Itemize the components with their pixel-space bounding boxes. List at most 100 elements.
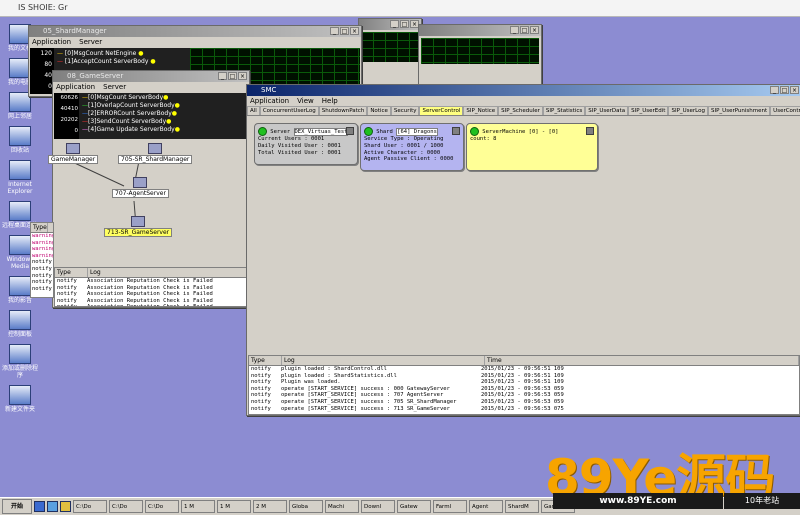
desktop-icon[interactable]: 新建文件夹	[0, 385, 40, 413]
node-gamemanager[interactable]: GameManager	[48, 143, 99, 164]
log-row: warning	[32, 233, 54, 239]
smc-titlebar[interactable]: SMC _ □ ×	[247, 85, 800, 96]
axis-tick: 80	[44, 61, 52, 68]
tab-sip_useredit[interactable]: SIP_UserEdit	[628, 106, 669, 115]
shard-card[interactable]: Shard [64] Dragons Service Type : Operati…	[360, 123, 464, 171]
taskbar-item[interactable]: Farml	[433, 500, 467, 513]
gameserver-log[interactable]: Type Log notify Association Reputation Ch…	[54, 267, 248, 307]
card-menu-icon[interactable]	[452, 127, 460, 135]
card-menu-icon[interactable]	[346, 127, 354, 135]
tab-notice[interactable]: Notice	[367, 106, 391, 115]
tab-all[interactable]: All	[247, 106, 260, 115]
minimize-icon[interactable]: _	[770, 86, 779, 94]
log-type: notify	[251, 398, 271, 405]
ie-icon[interactable]	[34, 501, 45, 512]
smc-window[interactable]: SMC _ □ × Application View Help All Concurr…	[246, 84, 800, 416]
minimize-icon[interactable]: _	[390, 20, 399, 28]
card-line: Current Users : 0001	[258, 136, 325, 142]
tab-sip_notice[interactable]: SIP_Notice	[463, 106, 499, 115]
axis-tick: 120	[40, 50, 52, 57]
maximize-icon[interactable]: □	[520, 26, 529, 34]
desktop-icon-label: 网上邻居	[7, 113, 32, 120]
desktop-icon[interactable]: 添加或删除程序	[0, 344, 40, 379]
node-shardmanager[interactable]: 705-SR_ShardManager	[118, 143, 193, 164]
log-row: notifyAssociation Reputation Check is Fa…	[55, 291, 247, 298]
background-window-1-titlebar[interactable]: _ □ ×	[359, 19, 421, 30]
log-message: plugin loaded : ShardStatistics.dll	[281, 372, 397, 379]
desktop-icon-label: 我的影音	[7, 297, 32, 304]
log-row: notify	[32, 259, 52, 266]
background-graph	[361, 32, 419, 62]
application-icon	[9, 201, 31, 221]
close-icon[interactable]: ×	[530, 26, 539, 34]
taskbar-item[interactable]: C:\Do	[73, 500, 107, 513]
maximize-icon[interactable]: □	[340, 27, 349, 35]
shardmanager-titlebar[interactable]: 05_ShardManager _ □ ×	[29, 26, 361, 37]
log-type: notify	[55, 304, 87, 306]
menu-application[interactable]: Application	[56, 82, 95, 92]
taskbar-item[interactable]: Agent	[469, 500, 503, 513]
taskbar-item[interactable]: 1 M	[181, 500, 215, 513]
node-label: GameManager	[48, 155, 99, 164]
close-icon[interactable]: ×	[238, 72, 247, 80]
maximize-icon[interactable]: □	[780, 86, 789, 94]
tab-servercontrol[interactable]: ServerControl	[419, 106, 464, 115]
smc-log[interactable]: Type Log Time notify plugin loaded : Shar…	[248, 355, 800, 415]
menu-help[interactable]: Help	[322, 96, 338, 106]
log-type: notify	[57, 297, 77, 304]
server-card[interactable]: Server DEX_Virtuas_Test Current Users : 0…	[254, 123, 358, 165]
taskbar-item[interactable]: Gatew	[397, 500, 431, 513]
minimize-icon[interactable]: _	[218, 72, 227, 80]
menubar: Application Server	[53, 82, 249, 92]
card-menu-icon[interactable]	[586, 127, 594, 135]
tab-sip_statistics[interactable]: SIP_Statistics	[542, 106, 586, 115]
menu-view[interactable]: View	[297, 96, 314, 106]
desktop-icon[interactable]: 控制面板	[0, 310, 40, 338]
machine-card[interactable]: ServerMachine [0] - [0] count: 8	[466, 123, 598, 171]
minimize-icon[interactable]: _	[330, 27, 339, 35]
taskbar-item[interactable]: Downl	[361, 500, 395, 513]
gameserver-window[interactable]: 08_GameServer _ □ × Application Server 606…	[48, 70, 250, 308]
tab-security[interactable]: Security	[390, 106, 420, 115]
log-body: warning warning warning warning notify notify…	[31, 233, 53, 292]
log-time: 2015/01/23 - 09:56:51 109	[481, 372, 564, 379]
taskbar-item[interactable]: Machi	[325, 500, 359, 513]
background-window-2-titlebar[interactable]: _ □ ×	[419, 25, 541, 36]
taskbar-item[interactable]: ShardM	[505, 500, 539, 513]
tab-sip_scheduler[interactable]: SIP_Scheduler	[498, 106, 543, 115]
desktop-icon[interactable]	[47, 501, 58, 512]
taskbar-item[interactable]: 1 M	[217, 500, 251, 513]
taskbar-item[interactable]: C:\Do	[109, 500, 143, 513]
menu-application[interactable]: Application	[32, 37, 71, 47]
tab-sip_userpunishment[interactable]: SIP_UserPunishment	[708, 106, 771, 115]
start-button[interactable]: 开始	[2, 499, 32, 514]
node-gameserver[interactable]: 713-SR_GameServer	[104, 216, 173, 237]
tab-usercontrol[interactable]: UserControl	[770, 106, 800, 115]
card-title: ServerMachine [0] - [0]	[479, 129, 559, 135]
tab-shutdownpatch[interactable]: ShutdownPatch	[318, 106, 368, 115]
node-agentserver[interactable]: 707-AgentServer	[112, 177, 169, 198]
menu-application[interactable]: Application	[250, 96, 289, 106]
gameserver-titlebar[interactable]: 08_GameServer _ □ ×	[53, 71, 249, 82]
explorer-icon[interactable]	[60, 501, 71, 512]
maximize-icon[interactable]: □	[228, 72, 237, 80]
tab-sip_userlog[interactable]: SIP_UserLog	[668, 106, 708, 115]
log-type: notify	[57, 284, 77, 291]
maximize-icon[interactable]: □	[400, 20, 409, 28]
taskbar-item[interactable]: 2 M	[253, 500, 287, 513]
close-icon[interactable]: ×	[350, 27, 359, 35]
minimize-icon[interactable]: _	[510, 26, 519, 34]
side-log[interactable]: Type warning warning warning warning notify n…	[30, 222, 54, 298]
log-time: 2015/01/23 - 09:56:51 109	[481, 366, 564, 372]
taskbar-item[interactable]: C:\Do	[145, 500, 179, 513]
tab-concurrentuserlog[interactable]: ConcurrentUserLog	[259, 106, 319, 115]
taskbar-item[interactable]: Globa	[289, 500, 323, 513]
log-row: notifyAssociation Reputation Check is Fa…	[55, 298, 247, 305]
menu-server[interactable]: Server	[103, 82, 126, 92]
tab-sip_userdata[interactable]: SIP_UserData	[585, 106, 629, 115]
menu-server[interactable]: Server	[79, 37, 102, 47]
background-graph	[421, 38, 539, 64]
desktop-icon[interactable]: 回收站	[0, 126, 40, 154]
close-icon[interactable]: ×	[790, 86, 799, 94]
desktop-icon[interactable]: Internet Explorer	[0, 160, 40, 195]
